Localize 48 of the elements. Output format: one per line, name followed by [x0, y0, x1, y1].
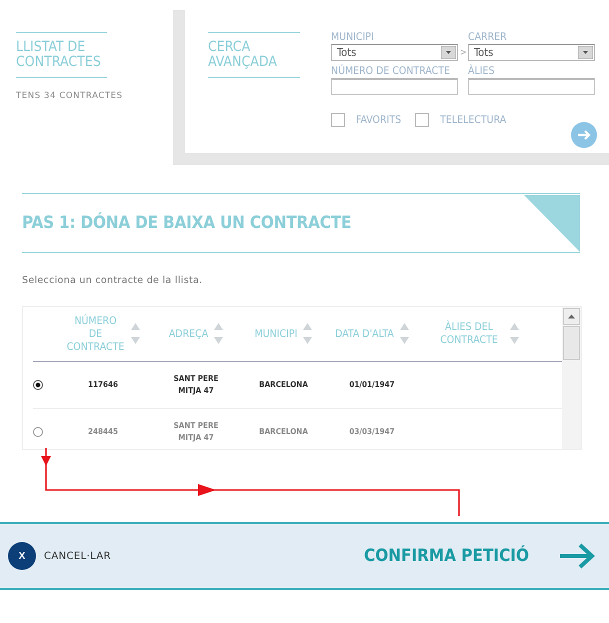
- confirm-button[interactable]: CONFIRMA PETICIÓ: [364, 543, 595, 569]
- dropdown-field[interactable]: Tots: [331, 44, 458, 61]
- table-cell: 117646: [88, 379, 118, 391]
- checkbox[interactable]: [331, 113, 345, 127]
- dropdown-icon: [578, 46, 593, 59]
- sort-icon[interactable]: [303, 322, 312, 346]
- table-cell: 01/01/1947: [349, 379, 395, 391]
- dropdown-field[interactable]: Tots: [468, 44, 595, 61]
- scrollbar[interactable]: [562, 307, 581, 449]
- instruction-text: Selecciona un contracte de la llista.: [22, 275, 204, 286]
- sort-icon[interactable]: [400, 322, 409, 346]
- field-label: MUNICIPI: [331, 30, 375, 44]
- radio-button[interactable]: [33, 427, 43, 437]
- dropdown-icon: [441, 46, 456, 59]
- table-cell: BARCELONA: [259, 379, 308, 391]
- sort-icon[interactable]: [510, 322, 519, 346]
- step-title: PAS 1: DÓNA DE BAIXA UN CONTRACTE: [22, 213, 352, 233]
- column-header[interactable]: ÀLIES DEL CONTRACTE: [434, 321, 504, 347]
- table-cell-text: SANT PERE MITJA 47: [172, 420, 220, 444]
- arrow-right-icon[interactable]: [571, 122, 597, 148]
- input-field[interactable]: [468, 78, 595, 95]
- scroll-up-icon[interactable]: [563, 308, 580, 325]
- column-header[interactable]: MUNICIPI: [254, 328, 298, 340]
- field-label: ÀLIES: [468, 64, 496, 78]
- table-cell: BARCELONA: [259, 426, 308, 438]
- cancel-button[interactable]: X CANCEL·LAR: [8, 542, 111, 570]
- scroll-thumb[interactable]: [563, 326, 580, 360]
- input-field[interactable]: [331, 78, 458, 95]
- close-icon: X: [8, 542, 36, 570]
- field-label: CARRER: [468, 30, 508, 44]
- checkbox-label: TELELECTURA: [440, 114, 506, 126]
- arrow-right-icon: [559, 543, 595, 569]
- column-header[interactable]: NÚMERO DE CONTRACTE: [66, 314, 124, 354]
- sort-icon[interactable]: [214, 322, 224, 346]
- checkbox-label: FAVORITS: [356, 114, 402, 126]
- column-header[interactable]: DATA D'ALTA: [335, 328, 394, 340]
- table-cell-text: SANT PERE MITJA 47: [172, 373, 220, 397]
- column-header[interactable]: ADREÇA: [168, 328, 208, 340]
- list-title: LLISTAT DE CONTRACTES: [16, 38, 102, 72]
- sort-icon[interactable]: [130, 322, 140, 346]
- checkbox[interactable]: [415, 113, 430, 127]
- contracts-count: TENS 34 CONTRACTES: [16, 91, 124, 101]
- table-cell: 248445: [88, 426, 118, 438]
- field-label: NÚMERO DE CONTRACTE: [331, 64, 451, 78]
- search-title: CERCA AVANÇADA: [208, 38, 278, 72]
- table-cell: 03/03/1947: [349, 426, 395, 438]
- separator-mark: >: [460, 48, 467, 58]
- radio-button[interactable]: [33, 380, 43, 390]
